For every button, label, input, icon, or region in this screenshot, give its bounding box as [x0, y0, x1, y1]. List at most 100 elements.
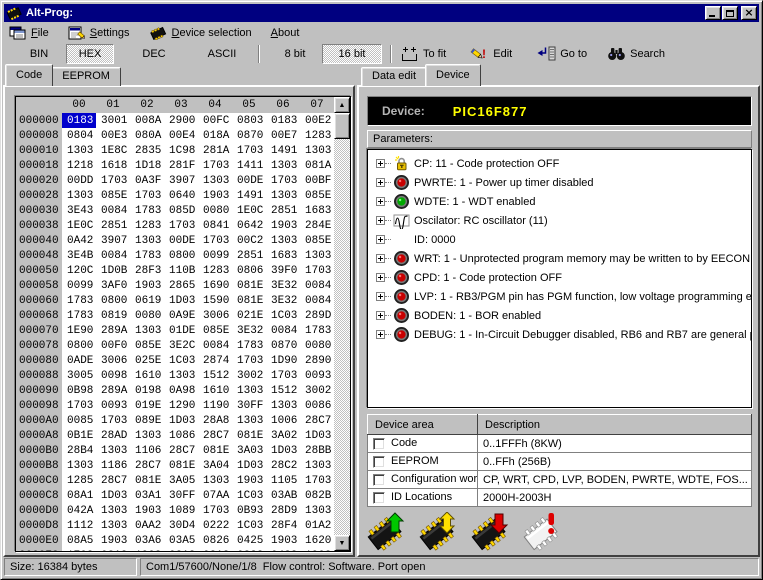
hex-cell[interactable]: 2874	[198, 353, 232, 368]
hex-cell[interactable]: 081E	[198, 443, 232, 458]
hex-cell[interactable]: 1285	[62, 473, 96, 488]
hex-cell[interactable]: 1703	[130, 188, 164, 203]
hex-cell[interactable]: 0640	[164, 188, 198, 203]
hex-cell[interactable]: 1E8C	[96, 143, 130, 158]
hex-cell-selected[interactable]: 0183	[62, 113, 96, 128]
hex-cell[interactable]: 0642	[232, 218, 266, 233]
hex-cell[interactable]: 1683	[266, 248, 300, 263]
hex-cell[interactable]: 08A2	[96, 548, 130, 552]
hex-cell[interactable]: 28D9	[266, 503, 300, 518]
hex-cell[interactable]: 1703	[232, 143, 266, 158]
hex-cell[interactable]: 0841	[198, 218, 232, 233]
hex-cell[interactable]: 1903	[266, 218, 300, 233]
expand-plus-icon[interactable]	[376, 178, 385, 187]
hex-cell[interactable]: 3A05	[164, 473, 198, 488]
hex-cell[interactable]: 042A	[62, 503, 96, 518]
hex-cell[interactable]: 1C03	[232, 488, 266, 503]
hex-cell[interactable]: 28B4	[62, 443, 96, 458]
hex-cell[interactable]: 1C03	[266, 308, 300, 323]
hex-cell[interactable]: 1283	[130, 218, 164, 233]
hex-cell[interactable]: 081E	[232, 428, 266, 443]
hex-cell[interactable]: 1086	[164, 428, 198, 443]
hex-cell[interactable]: 1C03	[232, 518, 266, 533]
hex-cell[interactable]: 00DD	[62, 173, 96, 188]
hex-cell[interactable]: 0A42	[62, 233, 96, 248]
hex-cell[interactable]: 00E7	[266, 128, 300, 143]
tab-eeprom[interactable]: EEPROM	[51, 67, 121, 86]
action-button-go-to[interactable]: Go to	[536, 46, 587, 61]
hex-cell[interactable]: 01A2	[300, 518, 334, 533]
area-checkbox[interactable]	[373, 492, 385, 504]
hex-cell[interactable]: 00DE	[232, 173, 266, 188]
tab-device[interactable]: Device	[425, 64, 481, 86]
hex-cell[interactable]: 1290	[164, 398, 198, 413]
width-button-8-bit[interactable]: 8 bit	[272, 44, 318, 64]
hex-cell[interactable]: 3005	[62, 368, 96, 383]
hex-cell[interactable]: 1783	[62, 293, 96, 308]
hex-cell[interactable]: 28BB	[300, 443, 334, 458]
hex-cell[interactable]: 1218	[62, 158, 96, 173]
hex-cell[interactable]: 0819	[96, 308, 130, 323]
hex-cell[interactable]: 0086	[300, 398, 334, 413]
write-device-button[interactable]	[469, 512, 515, 552]
hex-cell[interactable]: 1491	[232, 188, 266, 203]
expand-plus-icon[interactable]	[376, 292, 385, 301]
hex-cell[interactable]: 0084	[96, 248, 130, 263]
hex-cell[interactable]: 30D4	[164, 518, 198, 533]
menu-item-device-selection[interactable]: Device selection	[147, 25, 254, 41]
hex-cell[interactable]: 2851	[232, 248, 266, 263]
hex-cell[interactable]: 1783	[300, 323, 334, 338]
hex-cell[interactable]: 1903	[96, 533, 130, 548]
hex-cell[interactable]: 289D	[300, 308, 334, 323]
hex-cell[interactable]: 1D03	[96, 488, 130, 503]
hex-cell[interactable]: 3002	[232, 368, 266, 383]
hex-cell[interactable]: 0800	[62, 338, 96, 353]
hex-cell[interactable]: 0080	[198, 203, 232, 218]
hex-cell[interactable]: 2835	[130, 143, 164, 158]
hex-cell[interactable]: 1903	[232, 473, 266, 488]
hex-cell[interactable]: 3E43	[62, 203, 96, 218]
hex-cell[interactable]: 0098	[96, 368, 130, 383]
hex-cell[interactable]: 1D03	[300, 428, 334, 443]
hex-cell[interactable]: 28C7	[198, 428, 232, 443]
hex-cell[interactable]: 3E32	[266, 293, 300, 308]
hex-cell[interactable]: 1303	[96, 443, 130, 458]
parameter-item-boden[interactable]: BODEN: 1 - BOR enabled	[368, 306, 751, 325]
hex-cell[interactable]: 0823	[232, 548, 266, 552]
hex-cell[interactable]: 1703	[198, 158, 232, 173]
hex-cell[interactable]: 1E90	[62, 323, 96, 338]
hex-cell[interactable]: 0870	[266, 338, 300, 353]
action-button-search[interactable]: Search	[607, 46, 665, 61]
hex-cell[interactable]: 085D	[164, 203, 198, 218]
hex-cell[interactable]: 28C7	[130, 458, 164, 473]
hex-cell[interactable]: 1783	[232, 338, 266, 353]
hex-cell[interactable]: 1903	[130, 503, 164, 518]
scroll-down-icon[interactable]: ▼	[334, 535, 350, 551]
hex-cell[interactable]: 1303	[198, 173, 232, 188]
hex-cell[interactable]: 081E	[232, 293, 266, 308]
action-button-to-fit[interactable]: To fit	[400, 46, 446, 62]
hex-cell[interactable]: 1303	[130, 323, 164, 338]
hex-scrollbar[interactable]: ▲ ▼	[334, 97, 350, 551]
hex-cell[interactable]: 1186	[96, 458, 130, 473]
hex-cell[interactable]: 1903	[198, 188, 232, 203]
hex-cell[interactable]: 025E	[130, 353, 164, 368]
hex-cell[interactable]: 0425	[232, 533, 266, 548]
expand-plus-icon[interactable]	[376, 235, 385, 244]
expand-plus-icon[interactable]	[376, 197, 385, 206]
hex-cell[interactable]: 1303	[130, 233, 164, 248]
hex-cell[interactable]: 1903	[300, 548, 334, 552]
hex-cell[interactable]: 1303	[300, 458, 334, 473]
hex-cell[interactable]: 3E32	[266, 278, 300, 293]
hex-cell[interactable]: 0222	[198, 518, 232, 533]
hex-cell[interactable]: 28C7	[164, 443, 198, 458]
hex-cell[interactable]: 1D03	[164, 413, 198, 428]
hex-cell[interactable]: 1C98	[164, 143, 198, 158]
hex-cell[interactable]: 0A3F	[130, 173, 164, 188]
hex-cell[interactable]: 1620	[300, 533, 334, 548]
hex-cell[interactable]: 085E	[130, 338, 164, 353]
hex-cell[interactable]: 03A6	[130, 533, 164, 548]
hex-cell[interactable]: 0099	[62, 278, 96, 293]
hex-cell[interactable]: 2900	[164, 113, 198, 128]
hex-cell[interactable]: 00C2	[232, 233, 266, 248]
